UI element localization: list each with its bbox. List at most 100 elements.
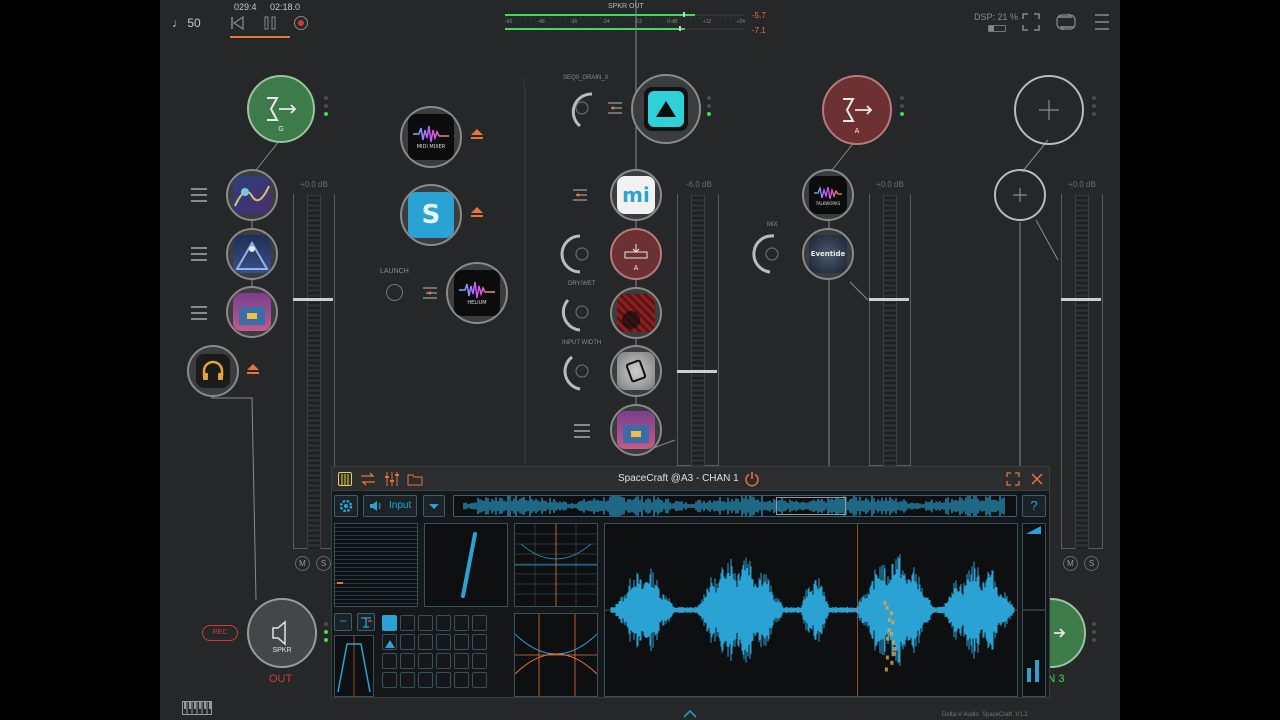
midi-mixer-eject-button[interactable] bbox=[470, 129, 484, 141]
fader-cap[interactable] bbox=[677, 370, 717, 373]
channel1-db-label: +0.0 dB bbox=[300, 180, 328, 189]
plugin2-menu[interactable] bbox=[191, 247, 207, 261]
headphones-node[interactable] bbox=[187, 345, 239, 397]
power-button[interactable] bbox=[744, 471, 760, 487]
spacecraft-node[interactable] bbox=[610, 345, 662, 397]
plugin-slot-1[interactable] bbox=[226, 169, 278, 221]
mi-plugin-node[interactable]: mi bbox=[610, 169, 662, 221]
midi-mixer-node[interactable]: MIDI MIXER bbox=[400, 106, 462, 168]
channel3-volume-fader[interactable] bbox=[677, 194, 719, 466]
main-waveform-display[interactable] bbox=[604, 523, 1018, 697]
channel3-knob-1[interactable] bbox=[560, 232, 604, 276]
plugin-slot-3[interactable] bbox=[226, 286, 278, 338]
mix-knob[interactable] bbox=[750, 232, 794, 276]
channel3-db-label: -6.0 dB bbox=[686, 180, 712, 189]
envelope-panel[interactable] bbox=[334, 635, 374, 697]
channel1-sum-node[interactable]: G bbox=[247, 75, 315, 143]
red-plugin-node[interactable] bbox=[610, 287, 662, 339]
pad-triangle-icon bbox=[385, 640, 395, 648]
presets-button[interactable] bbox=[407, 472, 423, 486]
mixer-view-button[interactable] bbox=[384, 472, 400, 486]
grain-direction-panel[interactable] bbox=[424, 523, 508, 607]
channel5-volume-fader[interactable] bbox=[1061, 194, 1103, 549]
plugin2-icon bbox=[233, 235, 271, 273]
overview-selection[interactable] bbox=[776, 497, 846, 515]
mix-label: MIX bbox=[767, 222, 778, 228]
input-source-button[interactable]: Input bbox=[363, 495, 417, 517]
eventide-node[interactable]: Eventide bbox=[802, 228, 854, 280]
keyboard-icon bbox=[182, 701, 212, 715]
folder-icon bbox=[407, 474, 423, 486]
headphones-eject-button[interactable] bbox=[246, 364, 260, 376]
footer-version: V1.2 bbox=[1015, 712, 1028, 718]
generator-node[interactable] bbox=[631, 74, 701, 144]
grain-list-panel[interactable] bbox=[334, 523, 418, 607]
channel1-volume-fader[interactable] bbox=[293, 194, 335, 549]
input-dropdown-button[interactable] bbox=[423, 495, 445, 517]
grain-pad-grid[interactable] bbox=[382, 615, 487, 688]
chevron-down-icon bbox=[429, 504, 439, 509]
talkworks-node[interactable]: TALKWORKS bbox=[802, 169, 854, 221]
lfo-panel[interactable] bbox=[514, 613, 598, 697]
eventide-label: Eventide bbox=[810, 250, 846, 258]
routing-view-button[interactable] bbox=[360, 472, 376, 486]
speaker-icon bbox=[272, 620, 286, 646]
helium-node[interactable]: HELIUM bbox=[446, 262, 508, 324]
generator-icon bbox=[644, 87, 688, 131]
expand-button[interactable] bbox=[1006, 472, 1020, 486]
launch-button[interactable] bbox=[386, 284, 403, 301]
channel5-solo-button[interactable]: S bbox=[1084, 556, 1099, 571]
playhead[interactable] bbox=[857, 524, 858, 696]
generator-led-dots bbox=[707, 96, 711, 120]
piano-icon bbox=[341, 474, 349, 486]
channel1-mute-button[interactable]: M bbox=[295, 556, 310, 571]
keyboard-button[interactable] bbox=[182, 701, 212, 715]
s-app-node[interactable]: S bbox=[400, 184, 462, 246]
dry-wet-knob[interactable] bbox=[560, 290, 604, 334]
plugin-slot-6-menu[interactable] bbox=[574, 424, 590, 438]
plugin3-menu[interactable] bbox=[191, 306, 207, 320]
close-button[interactable] bbox=[1030, 472, 1044, 486]
help-button[interactable]: ? bbox=[1022, 495, 1046, 517]
fader-cap[interactable] bbox=[293, 298, 333, 301]
channel5-mute-button[interactable]: M bbox=[1063, 556, 1078, 571]
seq-routing-icon[interactable] bbox=[607, 100, 623, 116]
xy-pan-panel[interactable] bbox=[514, 523, 598, 607]
channel4-led-dots bbox=[900, 96, 904, 120]
seq-grain-knob[interactable] bbox=[560, 86, 604, 130]
fader-cap[interactable] bbox=[1061, 298, 1101, 301]
collapse-panel-button[interactable] bbox=[682, 706, 698, 718]
channel1-node-label: G bbox=[278, 126, 284, 133]
keyboard-view-button[interactable] bbox=[338, 472, 352, 486]
fader-cap[interactable] bbox=[869, 298, 909, 301]
rec-label: REC bbox=[212, 629, 228, 636]
settings-button[interactable] bbox=[334, 495, 358, 517]
helium-icon: HELIUM bbox=[454, 270, 500, 316]
level-node[interactable]: A bbox=[610, 228, 662, 280]
headphones-icon bbox=[196, 354, 230, 388]
mi-routing-icon[interactable] bbox=[572, 187, 588, 203]
channel4-volume-fader[interactable] bbox=[869, 194, 911, 466]
gain-sidebar[interactable] bbox=[1022, 523, 1046, 697]
speaker-out-node[interactable]: SPKR bbox=[247, 598, 317, 668]
overview-waveform[interactable] bbox=[453, 494, 1017, 518]
helium-routing-icon[interactable] bbox=[422, 285, 438, 301]
plugin3-icon bbox=[233, 293, 271, 331]
plugin-slot-6[interactable] bbox=[610, 404, 662, 456]
add-channel-node[interactable] bbox=[1014, 75, 1084, 145]
help-label: ? bbox=[1030, 498, 1038, 513]
rec-button[interactable]: REC bbox=[202, 625, 238, 641]
envelope-mode-button[interactable] bbox=[357, 613, 375, 631]
add-plugin-node[interactable] bbox=[994, 169, 1046, 221]
input-width-knob[interactable] bbox=[560, 349, 604, 393]
input-width-label: INPUT WIDTH bbox=[562, 340, 602, 346]
plugin-title: SpaceCraft @A3 - CHAN 1 bbox=[618, 473, 739, 484]
envelope-icon bbox=[361, 617, 372, 628]
channel4-sum-node[interactable]: A bbox=[822, 75, 892, 145]
plugin1-menu[interactable] bbox=[191, 188, 207, 202]
level-icon bbox=[624, 244, 648, 259]
minus-button[interactable]: − bbox=[334, 613, 352, 631]
channel1-solo-button[interactable]: S bbox=[316, 556, 331, 571]
s-app-eject-button[interactable] bbox=[470, 207, 484, 219]
plugin-slot-2[interactable] bbox=[226, 228, 278, 280]
